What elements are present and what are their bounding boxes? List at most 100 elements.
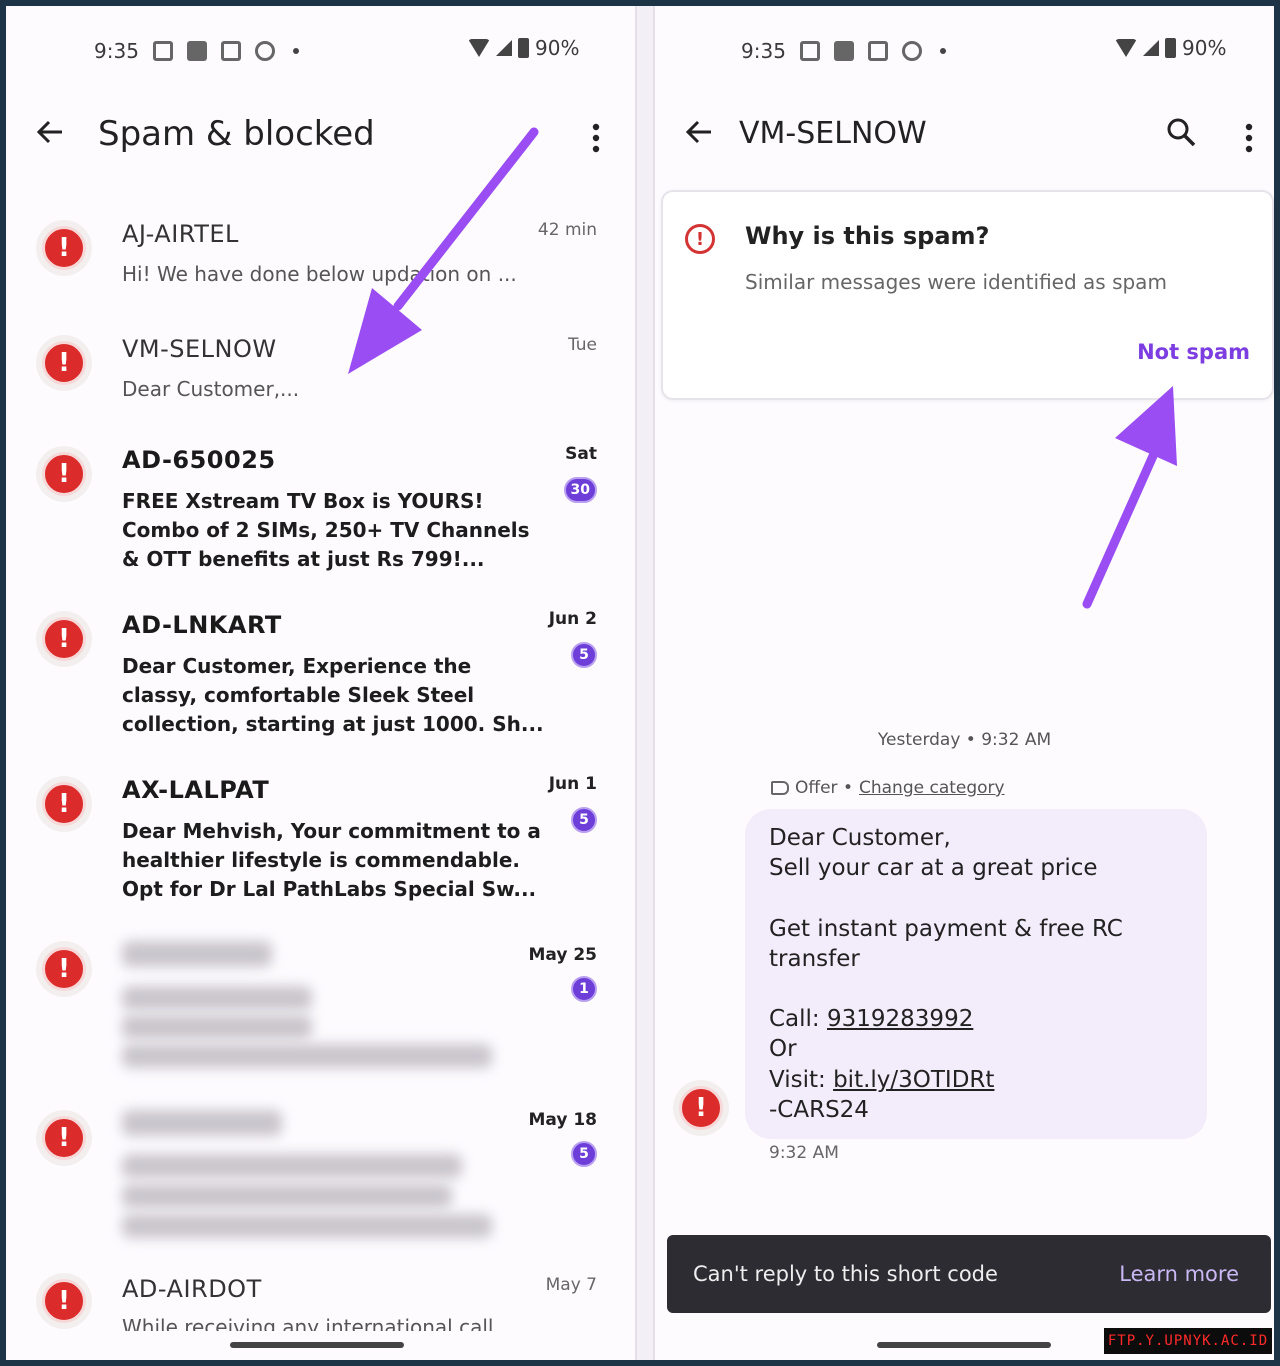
spam-alert-icon: ! [42,1279,86,1323]
conversation-time: May 25 [528,945,597,965]
message-timestamp: Yesterday • 9:32 AM [877,730,1052,750]
watermark: FTP.Y.UPNYK.AC.ID [1104,1328,1272,1354]
redacted-sender [122,1110,282,1136]
conversation-time: May 18 [528,1110,597,1130]
conversation-row[interactable]: ! VM-SELNOW Dear Customer,... Tue [6,321,635,431]
battery-icon [1165,38,1176,58]
notification-icon [799,41,820,61]
conversation-row[interactable]: ! AX-LALPAT Dear Mehvish, Your commitmen… [6,766,635,926]
conversation-screen: 9:35 90% VM-SELNOW ! Why is this spam? S… [655,6,1274,1360]
message-line: Sell your car at a great price [769,855,1098,882]
conversation-row-blurred[interactable]: ! May 18 5 [6,1096,635,1256]
spam-alert-icon: ! [42,341,86,385]
spam-card-subtitle: Similar messages were identified as spam [745,270,1167,294]
notification-icon [833,41,854,61]
notification-icon [186,41,207,61]
conversation-preview: Dear Customer,... [122,377,300,401]
status-indicators: 90% [468,36,579,60]
home-indicator[interactable] [230,1342,404,1348]
category-label: Offer • [795,778,853,798]
sender-spam-avatar: ! [679,1086,723,1130]
conversation-sender: AD-AIRDOT [122,1275,262,1303]
search-icon[interactable] [1161,112,1201,152]
more-notifications-dot [939,48,946,54]
conversation-preview: Hi! We have done below updation on ... [122,262,517,286]
spam-alert-icon: ! [42,782,86,826]
conversation-time: Tue [567,335,597,355]
status-time: 9:35 [741,39,786,63]
phone-link[interactable]: 9319283992 [827,1006,973,1032]
status-time: 9:35 [94,39,139,63]
spam-card-title: Why is this spam? [745,222,990,250]
wifi-icon [1115,39,1137,57]
back-arrow-icon[interactable] [679,112,719,152]
conversation-row[interactable]: ! AD-LNKART Dear Customer, Experience th… [6,601,635,761]
conversation-preview: Dear Customer, Experience the classy, co… [122,654,544,736]
conversation-preview: FREE Xstream TV Box is YOURS! Combo of 2… [122,489,530,571]
url-link[interactable]: bit.ly/3OTIDRt [833,1067,994,1093]
conversation-sender: AX-LALPAT [122,776,270,804]
conversation-row[interactable]: ! AD-650025 FREE Xstream TV Box is YOURS… [6,436,635,596]
conversation-row-blurred[interactable]: ! May 25 1 [6,931,635,1091]
redacted-sender [122,941,272,967]
battery-icon [518,38,529,58]
notification-icon [220,41,241,61]
learn-more-button[interactable]: Learn more [1119,1262,1239,1286]
tag-icon [771,781,789,795]
message-visit-line: Visit: bit.ly/3OTIDRt [769,1065,1183,1095]
back-arrow-icon[interactable] [30,112,70,152]
notification-icon [254,41,275,61]
redacted-preview [122,1044,492,1068]
conversation-preview: Dear Mehvish, Your commitment to a healt… [122,819,541,901]
redacted-preview [122,1015,312,1039]
spam-list-screen: 9:35 90% Spam & blocked ! AJ-AIRTEL Hi! … [6,6,635,1360]
spam-alert-icon: ! [42,226,86,270]
unread-count-badge: 5 [571,807,597,833]
panel-divider [635,6,655,1360]
spam-info-card: ! Why is this spam? Similar messages wer… [661,190,1274,400]
unread-count-badge: 5 [571,1141,597,1167]
battery-level: 90% [535,36,580,60]
unread-count-badge: 1 [571,976,597,1002]
notification-icon [901,41,922,61]
message-bubble[interactable]: Dear Customer, Sell your car at a great p… [745,809,1207,1139]
not-spam-button[interactable]: Not spam [1137,340,1250,364]
conversation-preview: While receiving any international call [122,1315,494,1331]
status-bar: 9:35 [741,36,946,66]
conversation-sender: AD-LNKART [122,611,282,639]
status-bar: 9:35 [94,36,299,66]
conversation-time: Jun 2 [548,609,597,629]
more-options-icon[interactable] [576,118,616,158]
wifi-icon [468,39,490,57]
message-line: Get instant payment & free RC transfer [769,915,1123,972]
unread-count-badge: 5 [571,642,597,668]
conversation-time: Jun 1 [548,774,597,794]
more-notifications-dot [292,48,299,54]
conversation-sender: VM-SELNOW [122,335,277,363]
spam-alert-icon: ! [42,452,86,496]
message-line: -CARS24 [769,1097,869,1124]
conversation-row[interactable]: ! AD-AIRDOT While receiving any internat… [6,1261,635,1331]
home-indicator[interactable] [877,1342,1051,1348]
signal-icon [496,40,512,56]
visit-label: Visit: [769,1066,834,1093]
spam-alert-icon: ! [42,617,86,661]
conversation-row[interactable]: ! AJ-AIRTEL Hi! We have done below updat… [6,206,635,316]
message-line: Dear Customer, [769,825,951,851]
spam-alert-icon: ! [42,947,86,991]
conversation-sender: AD-650025 [122,446,276,474]
call-label: Call: [769,1006,827,1033]
conversation-sender: AJ-AIRTEL [122,220,239,248]
conversation-time: May 7 [545,1275,597,1295]
conversation-time: 42 min [537,220,597,240]
more-options-icon[interactable] [1229,118,1269,158]
message-line: Or [769,1036,797,1063]
redacted-preview [122,986,312,1010]
message-time: 9:32 AM [769,1143,839,1163]
conversation-time: Sat [565,444,597,464]
reply-unavailable-snackbar: Can't reply to this short code Learn mor… [667,1235,1271,1313]
message-call-line: Call: 9319283992 [769,1004,1183,1034]
redacted-preview [122,1214,492,1238]
change-category-link[interactable]: Change category [859,778,1005,798]
